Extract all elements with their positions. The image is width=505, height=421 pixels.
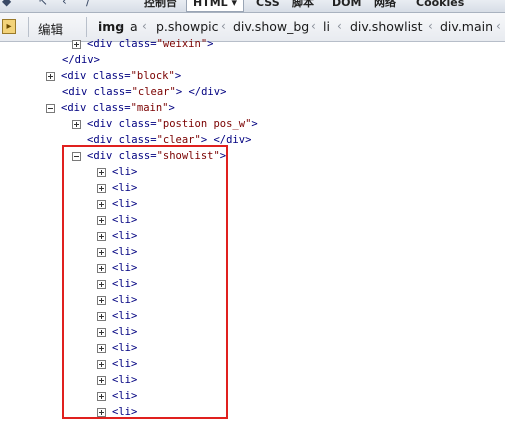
divider <box>28 17 29 37</box>
devtools-tab-bar: ◆ ↖ ‹ / 控制台 HTML ▾ CSS 脚本 DOM 网络 Cookies <box>0 0 505 13</box>
tree-node-block[interactable]: <div class="block"> <box>46 68 181 84</box>
tree-node-main[interactable]: <div class="main"> <box>46 100 175 116</box>
breadcrumb-item-p-showpic[interactable]: p.showpic <box>156 19 219 34</box>
breadcrumb-item-a[interactable]: a <box>130 19 138 34</box>
chevron-left-icon: ‹ <box>118 19 123 33</box>
chevron-left-icon: ‹ <box>311 19 316 33</box>
collapse-icon[interactable] <box>46 104 55 113</box>
expand-icon[interactable] <box>72 40 81 49</box>
breadcrumb-item-li[interactable]: li <box>323 19 330 34</box>
expand-icon[interactable] <box>46 72 55 81</box>
firebug-icon[interactable]: ◆ <box>2 0 11 8</box>
tree-node-weixin[interactable]: <div class="weixin"> <box>72 36 213 52</box>
highlight-box <box>62 145 228 419</box>
tab-cookies[interactable]: Cookies <box>410 0 470 11</box>
chevron-left-icon: ‹ <box>221 19 226 33</box>
tab-net[interactable]: 网络 <box>368 0 402 11</box>
inspect-element-icon[interactable]: ▸ <box>2 19 16 34</box>
tab-dom[interactable]: DOM <box>326 0 367 11</box>
chevron-left-icon: ‹ <box>337 19 342 33</box>
tree-node-close-div: </div> <box>62 54 100 66</box>
breadcrumb-item-div-main[interactable]: div.main <box>440 19 493 34</box>
divider <box>86 17 87 37</box>
tree-node-postion[interactable]: <div class="postion pos_w"> <box>72 116 258 132</box>
breadcrumb-item-div-showlist[interactable]: div.showlist <box>350 19 422 34</box>
next-icon[interactable]: / <box>86 0 90 8</box>
edit-button[interactable]: 编辑 <box>38 19 63 38</box>
tree-node-clear[interactable]: <div class="clear"> </div> <box>62 84 226 100</box>
tab-css[interactable]: CSS <box>250 0 286 11</box>
back-icon[interactable]: ‹ <box>62 0 67 8</box>
chevron-left-icon: ‹ <box>496 19 501 33</box>
chevron-left-icon: ‹ <box>142 19 147 33</box>
inspect-arrow-icon[interactable]: ↖ <box>38 0 48 8</box>
breadcrumb-item-div-show-bg[interactable]: div.show_bg <box>233 19 309 34</box>
tab-console[interactable]: 控制台 <box>138 0 183 11</box>
tab-html[interactable]: HTML ▾ <box>186 0 245 12</box>
tab-script[interactable]: 脚本 <box>286 0 320 11</box>
chevron-left-icon: ‹ <box>428 19 433 33</box>
expand-icon[interactable] <box>72 120 81 129</box>
